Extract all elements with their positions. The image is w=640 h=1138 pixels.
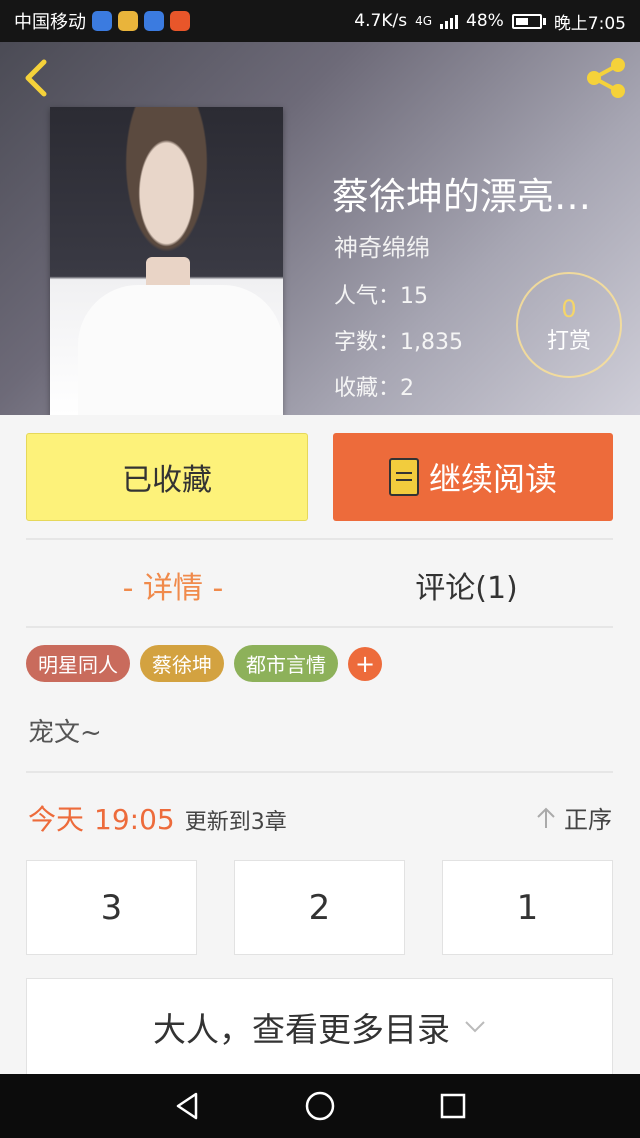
tag-chip[interactable]: 明星同人 xyxy=(26,645,130,682)
qq-app-icon xyxy=(92,11,112,31)
clock: 晚上7:05 xyxy=(553,13,626,34)
tag-list: 明星同人 蔡徐坤 都市言情 + xyxy=(26,645,382,682)
book-author[interactable]: 神奇绵绵 xyxy=(334,228,430,263)
tip-label: 打赏 xyxy=(546,329,591,355)
triangle-back-icon xyxy=(176,1092,197,1120)
book-header: 蔡徐坤的漂亮… 神奇绵绵 人气：15 字数：1,835 收藏：2 0 打赏 xyxy=(0,42,640,415)
tab-details[interactable]: - 详情 - xyxy=(26,545,320,625)
book-cover-image[interactable] xyxy=(50,107,283,415)
carrier-label: 中国移动 xyxy=(14,12,86,33)
nav-back-button[interactable] xyxy=(162,1081,212,1131)
divider xyxy=(26,771,613,773)
word-count-value: 1,835 xyxy=(400,330,463,355)
network-speed: 4.7K/s xyxy=(354,11,408,31)
nav-home-button[interactable] xyxy=(295,1081,345,1131)
popularity-label: 人气： xyxy=(334,284,401,309)
continue-reading-button[interactable]: 继续阅读 xyxy=(333,433,613,521)
tab-comments[interactable]: 评论(1) xyxy=(320,545,613,625)
sort-order-button[interactable]: 正序 xyxy=(536,800,612,835)
divider xyxy=(26,626,613,628)
book-icon xyxy=(388,458,419,496)
continue-reading-label: 继续阅读 xyxy=(428,460,557,498)
tag-chip[interactable]: 都市言情 xyxy=(234,645,338,682)
popularity-value: 15 xyxy=(400,284,429,309)
battery-percent: 48% xyxy=(466,11,504,31)
share-button[interactable] xyxy=(582,56,630,100)
tip-count: 0 xyxy=(561,294,577,323)
favorites-stat: 收藏：2 xyxy=(334,370,414,402)
update-day: 今天 xyxy=(28,803,85,836)
chevron-down-icon xyxy=(465,1020,485,1032)
word-count-label: 字数： xyxy=(334,330,401,355)
weibo-notify-icon xyxy=(170,11,190,31)
status-bar: 中国移动 4.7K/s 4G 48% 晚上7:05 xyxy=(0,0,640,42)
system-nav-bar xyxy=(0,1074,640,1138)
sort-order-label: 正序 xyxy=(564,806,612,834)
word-count-stat: 字数：1,835 xyxy=(334,324,463,356)
qq-browser-icon xyxy=(144,11,164,31)
chapter-button[interactable]: 1 xyxy=(442,860,613,955)
update-time: 19:05 xyxy=(94,803,175,836)
weibo-app-icon xyxy=(118,11,138,31)
share-icon xyxy=(587,58,625,98)
collected-button[interactable]: 已收藏 xyxy=(26,433,308,521)
book-summary: 宠文~ xyxy=(28,718,102,748)
chapter-button[interactable]: 3 xyxy=(26,860,197,955)
battery-icon xyxy=(511,13,546,29)
update-text: 更新到3章 xyxy=(184,810,287,835)
add-tag-button[interactable]: + xyxy=(348,646,382,681)
tag-chip[interactable]: 蔡徐坤 xyxy=(140,645,224,682)
network-type: 4G xyxy=(415,14,433,28)
circle-home-icon xyxy=(305,1091,335,1121)
more-toc-button[interactable]: 大人，查看更多目录 xyxy=(26,978,613,1074)
chapter-button[interactable]: 2 xyxy=(234,860,405,955)
favorites-value: 2 xyxy=(400,376,415,401)
favorites-label: 收藏： xyxy=(334,376,401,401)
popularity-stat: 人气：15 xyxy=(334,278,428,310)
more-toc-label: 大人，查看更多目录 xyxy=(153,1009,450,1049)
signal-icon xyxy=(440,13,459,29)
square-recents-icon xyxy=(441,1093,466,1119)
arrow-up-icon xyxy=(537,807,555,828)
tip-button[interactable]: 0 打赏 xyxy=(516,272,622,378)
book-title: 蔡徐坤的漂亮… xyxy=(332,175,591,218)
chevron-left-icon xyxy=(25,59,47,97)
back-button[interactable] xyxy=(16,58,56,98)
update-info: 今天 19:05 更新到3章 xyxy=(28,798,287,838)
divider xyxy=(26,538,613,540)
nav-recents-button[interactable] xyxy=(428,1081,478,1131)
